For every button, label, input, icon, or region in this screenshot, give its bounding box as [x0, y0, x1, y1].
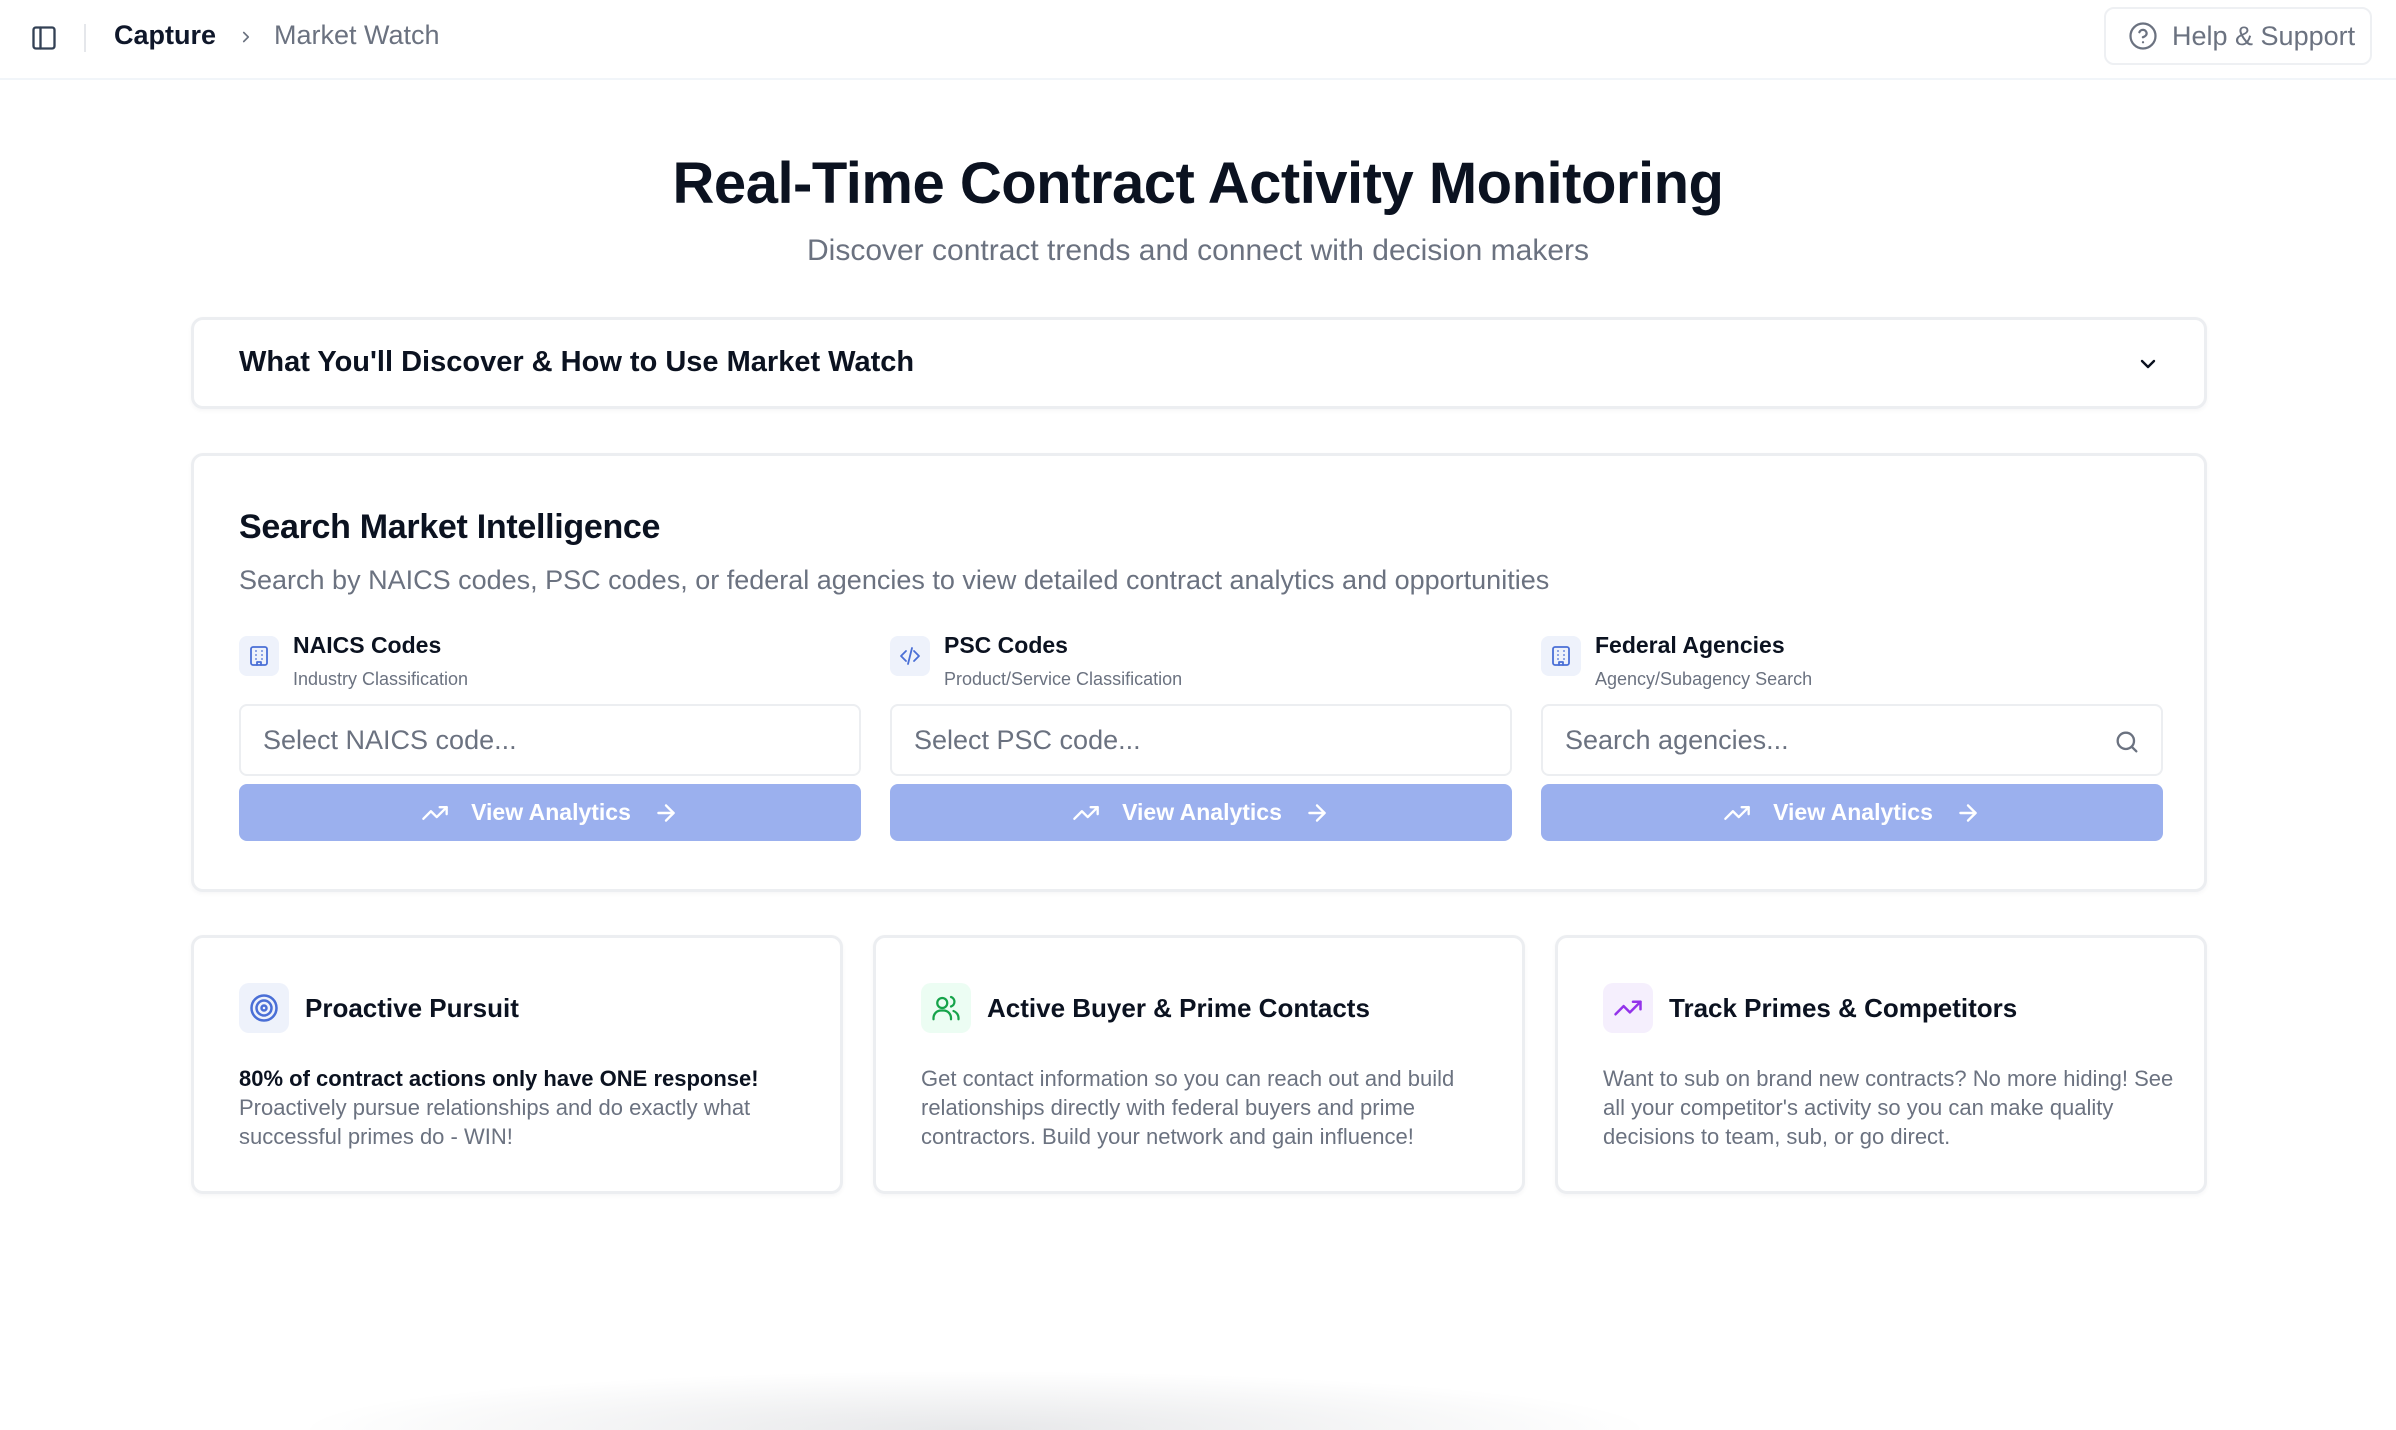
- arrow-right-icon: [653, 800, 679, 826]
- feature-title: Track Primes & Competitors: [1669, 993, 2018, 1023]
- naics-column: NAICS Codes Industry Classification Sele…: [239, 632, 861, 862]
- agencies-sublabel: Agency/Subagency Search: [1595, 669, 1813, 689]
- chevron-right-icon: [236, 24, 256, 50]
- feature-text: Want to sub on brand new contracts? No m…: [1603, 1064, 2183, 1151]
- help-support-button[interactable]: Help & Support: [2104, 7, 2372, 65]
- top-bar: Capture Market Watch Help & Support: [0, 0, 2396, 80]
- users-icon: [921, 983, 971, 1033]
- psc-placeholder: Select PSC code...: [914, 724, 1141, 755]
- feature-text: 80% of contract actions only have ONE re…: [239, 1064, 819, 1151]
- discover-accordion[interactable]: What You'll Discover & How to Use Market…: [191, 317, 2207, 409]
- psc-sublabel: Product/Service Classification: [944, 669, 1183, 689]
- feature-highlight: 80% of contract actions only have ONE re…: [239, 1066, 759, 1091]
- code-icon: [890, 636, 930, 676]
- agencies-search-input[interactable]: Search agencies...: [1541, 704, 2163, 776]
- feature-title: Active Buyer & Prime Contacts: [987, 993, 1370, 1023]
- accordion-title: What You'll Discover & How to Use Market…: [239, 346, 915, 378]
- arrow-right-icon: [1304, 800, 1330, 826]
- search-title: Search Market Intelligence: [239, 508, 661, 546]
- building-icon: [1541, 636, 1581, 676]
- bottom-shadow: [290, 1370, 1660, 1430]
- building-icon: [239, 636, 279, 676]
- feature-body: Get contact information so you can reach…: [921, 1066, 1455, 1149]
- topbar-divider: [84, 24, 86, 52]
- sidebar-toggle-icon[interactable]: [28, 22, 60, 54]
- naics-view-analytics-button[interactable]: View Analytics: [239, 784, 861, 841]
- view-analytics-label: View Analytics: [471, 799, 631, 825]
- trending-up-icon: [1072, 799, 1100, 827]
- target-icon: [239, 983, 289, 1033]
- view-analytics-label: View Analytics: [1773, 799, 1933, 825]
- breadcrumb-current: Market Watch: [274, 20, 440, 50]
- agencies-view-analytics-button[interactable]: View Analytics: [1541, 784, 2163, 841]
- naics-label: NAICS Codes: [293, 632, 442, 658]
- page-title: Real-Time Contract Activity Monitoring: [672, 151, 1724, 216]
- feature-card-buyer-contacts: Active Buyer & Prime Contacts Get contac…: [873, 935, 1525, 1194]
- chevron-down-icon: [2134, 350, 2162, 378]
- psc-view-analytics-button[interactable]: View Analytics: [890, 784, 1512, 841]
- agencies-column: Federal Agencies Agency/Subagency Search…: [1541, 632, 2163, 862]
- naics-sublabel: Industry Classification: [293, 669, 469, 689]
- naics-select[interactable]: Select NAICS code...: [239, 704, 861, 776]
- page-subtitle: Discover contract trends and connect wit…: [806, 234, 1590, 267]
- psc-select[interactable]: Select PSC code...: [890, 704, 1512, 776]
- trending-up-icon: [421, 799, 449, 827]
- view-analytics-label: View Analytics: [1122, 799, 1282, 825]
- feature-body: Want to sub on brand new contracts? No m…: [1603, 1066, 2174, 1149]
- trending-up-icon: [1603, 983, 1653, 1033]
- feature-body: Proactively pursue relationships and do …: [239, 1095, 751, 1149]
- help-support-label: Help & Support: [2172, 20, 2356, 51]
- help-circle-icon: [2128, 21, 2158, 51]
- feature-card-proactive-pursuit: Proactive Pursuit 80% of contract action…: [191, 935, 843, 1194]
- feature-card-track-competitors: Track Primes & Competitors Want to sub o…: [1555, 935, 2207, 1194]
- breadcrumb-root[interactable]: Capture: [114, 20, 216, 51]
- psc-label: PSC Codes: [944, 632, 1068, 658]
- search-description: Search by NAICS codes, PSC codes, or fed…: [239, 565, 1550, 595]
- agencies-label: Federal Agencies: [1595, 632, 1785, 658]
- arrow-right-icon: [1955, 800, 1981, 826]
- psc-column: PSC Codes Product/Service Classification…: [890, 632, 1512, 862]
- naics-placeholder: Select NAICS code...: [263, 724, 517, 755]
- feature-title: Proactive Pursuit: [305, 993, 519, 1023]
- feature-text: Get contact information so you can reach…: [921, 1064, 1501, 1151]
- search-market-card: Search Market Intelligence Search by NAI…: [191, 453, 2207, 892]
- trending-up-icon: [1723, 799, 1751, 827]
- agencies-placeholder: Search agencies...: [1565, 724, 1789, 755]
- search-icon: [2113, 728, 2141, 756]
